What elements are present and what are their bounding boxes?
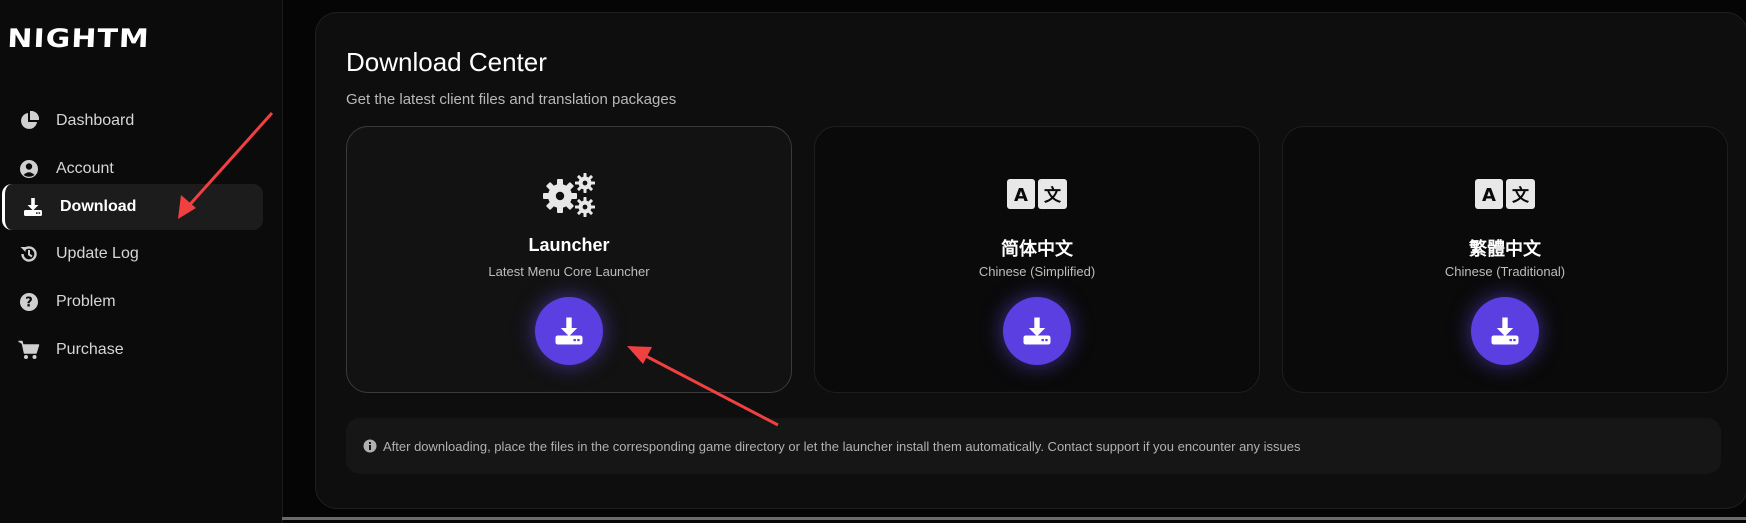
cart-icon bbox=[18, 339, 40, 361]
card-subtitle: Chinese (Traditional) bbox=[1444, 264, 1566, 279]
card-subtitle: Latest Menu Core Launcher bbox=[488, 264, 650, 279]
user-circle-icon bbox=[18, 158, 40, 180]
sidebar-item-label: Problem bbox=[56, 293, 116, 310]
sidebar-item-label: Download bbox=[60, 198, 137, 215]
card-subtitle: Chinese (Simplified) bbox=[978, 264, 1096, 279]
sidebar-item-dashboard[interactable]: Dashboard bbox=[2, 98, 262, 144]
svg-text:A: A bbox=[1482, 185, 1496, 206]
bottom-divider bbox=[282, 517, 1746, 520]
sidebar-item-purchase[interactable]: Purchase bbox=[2, 327, 262, 373]
download-card-chinese-traditional: A 文 繁體中文 Chinese (Traditional) bbox=[1282, 126, 1728, 393]
download-launcher-button[interactable] bbox=[535, 297, 603, 365]
download-chinese-simplified-button[interactable] bbox=[1003, 297, 1071, 365]
download-center-panel: Download Center Get the latest client fi… bbox=[315, 12, 1746, 509]
pie-chart-icon bbox=[18, 110, 40, 132]
download-icon bbox=[1491, 317, 1519, 345]
svg-text:文: 文 bbox=[1512, 185, 1530, 206]
translate-icon: A 文 bbox=[1283, 169, 1727, 219]
sidebar-item-label: Account bbox=[56, 160, 114, 177]
download-card-launcher: Launcher Latest Menu Core Launcher bbox=[346, 126, 792, 393]
history-icon bbox=[18, 243, 40, 265]
info-note: After downloading, place the files in th… bbox=[346, 418, 1721, 474]
sidebar-item-download[interactable]: Download bbox=[2, 184, 263, 230]
question-circle-icon: ? bbox=[18, 291, 40, 313]
page-title: Download Center bbox=[346, 47, 547, 77]
brand-logo[interactable]: NIGHTM bbox=[7, 24, 151, 54]
download-tray-icon bbox=[22, 196, 44, 218]
card-title: 简体中文 bbox=[1001, 239, 1073, 259]
sidebar-item-problem[interactable]: ? Problem bbox=[2, 279, 262, 325]
page-subtitle: Get the latest client files and translat… bbox=[346, 91, 677, 108]
sidebar: NIGHTM Dashboard Account Download Update… bbox=[0, 0, 283, 523]
card-title: Launcher bbox=[528, 235, 610, 255]
gears-icon bbox=[347, 169, 791, 219]
sidebar-item-update-log[interactable]: Update Log bbox=[2, 231, 262, 277]
translate-icon: A 文 bbox=[815, 169, 1259, 219]
svg-text:文: 文 bbox=[1044, 185, 1062, 206]
download-chinese-traditional-button[interactable] bbox=[1471, 297, 1539, 365]
sidebar-item-label: Dashboard bbox=[56, 112, 135, 129]
svg-text:?: ? bbox=[25, 296, 33, 311]
sidebar-item-label: Purchase bbox=[56, 341, 124, 358]
svg-text:A: A bbox=[1014, 185, 1028, 206]
download-card-chinese-simplified: A 文 简体中文 Chinese (Simplified) bbox=[814, 126, 1260, 393]
download-icon bbox=[555, 317, 583, 345]
download-icon bbox=[1023, 317, 1051, 345]
sidebar-item-label: Update Log bbox=[56, 245, 139, 262]
app-window: NIGHTM Dashboard Account Download Update… bbox=[0, 0, 1746, 523]
info-icon bbox=[363, 439, 377, 453]
card-title: 繁體中文 bbox=[1469, 239, 1541, 259]
info-note-text: After downloading, place the files in th… bbox=[383, 438, 1301, 454]
